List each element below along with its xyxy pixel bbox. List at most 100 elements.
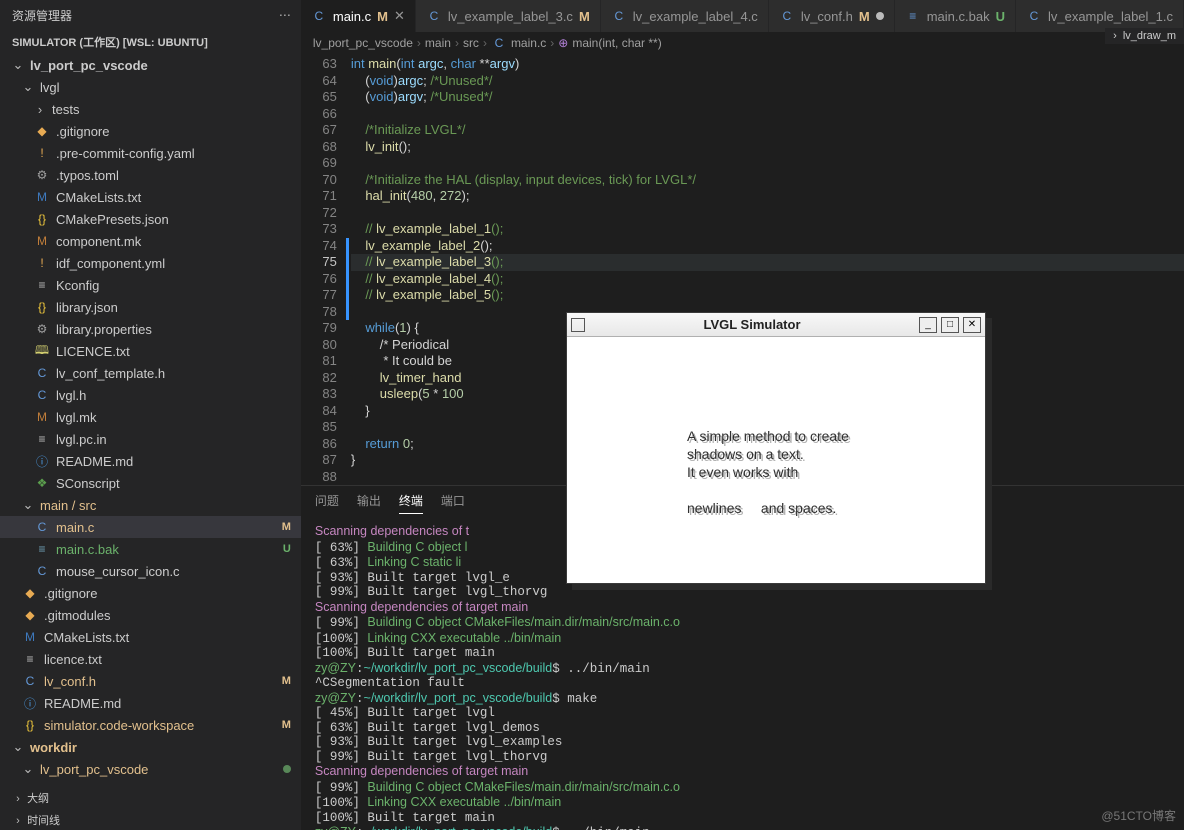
panel-tab-1[interactable]: 输出 — [357, 492, 381, 514]
timeline-header[interactable]: › 时间线 — [0, 810, 301, 830]
json-icon: {} — [34, 299, 50, 315]
explorer-sidebar: 资源管理器 ⋯ SIMULATOR (工作区) [WSL: UBUNTU] ⌄l… — [0, 0, 301, 830]
readme-icon: ⓘ — [22, 695, 38, 711]
tab-lv_conf-h[interactable]: Clv_conf.hM — [769, 0, 895, 32]
breadcrumb-item[interactable]: main — [425, 36, 451, 50]
more-actions-icon[interactable]: ⋯ — [279, 8, 291, 22]
explorer-header: 资源管理器 ⋯ — [0, 0, 301, 30]
file-main-c[interactable]: Cmain.cM — [0, 516, 301, 538]
modified-badge: M — [282, 521, 291, 533]
file-typos[interactable]: ⚙.typos.toml — [0, 164, 301, 186]
file-conf-tmpl[interactable]: Clv_conf_template.h — [0, 362, 301, 384]
breadcrumb-item[interactable]: Cmain.c — [491, 35, 546, 51]
folder-workdir[interactable]: ⌄workdir — [0, 736, 301, 758]
file-main-c-bak[interactable]: ≡main.c.bakU — [0, 538, 301, 560]
file-cmakelists[interactable]: MCMakeLists.txt — [0, 186, 301, 208]
file-gitignore2[interactable]: ◆.gitignore — [0, 582, 301, 604]
panel-tab-2[interactable]: 终端 — [399, 492, 423, 514]
prop-icon: ⚙ — [34, 321, 50, 337]
folder-lvgl[interactable]: ⌄lvgl — [0, 76, 301, 98]
git-icon: ◆ — [22, 607, 38, 623]
chevron-down-icon: ⌄ — [12, 739, 24, 755]
outline-header[interactable]: › 大纲 — [0, 786, 301, 810]
simulator-window[interactable]: LVGL Simulator _ □ ✕ A simple method to … — [566, 312, 986, 584]
file-libprop[interactable]: ⚙library.properties — [0, 318, 301, 340]
c-icon: C — [22, 673, 38, 689]
chevron-down-icon: ⌄ — [22, 761, 34, 777]
kconfig-icon: ≡ — [34, 277, 50, 293]
tab-lv_example_label_4-c[interactable]: Clv_example_label_4.c — [601, 0, 769, 32]
tab-lv_example_label_3-c[interactable]: Clv_example_label_3.cM — [416, 0, 601, 32]
mod-badge: U — [996, 9, 1005, 24]
c-icon: C — [34, 563, 50, 579]
breadcrumb-overflow[interactable]: ›lv_draw_m — [1105, 28, 1184, 44]
readme-icon: ⓘ — [34, 453, 50, 469]
file-licence2[interactable]: ≡licence.txt — [0, 648, 301, 670]
breadcrumb[interactable]: lv_port_pc_vscode› main› src› Cmain.c› ⊕… — [301, 32, 1184, 54]
breadcrumb-item[interactable]: ⊕main(int, char **) — [558, 36, 661, 50]
close-button[interactable]: ✕ — [963, 317, 981, 333]
tab-label: lv_example_label_4.c — [633, 9, 758, 24]
folder-main-src[interactable]: ⌄main / src — [0, 494, 301, 516]
cmake-icon: M — [34, 189, 50, 205]
chevron-down-icon: ⌄ — [22, 79, 34, 95]
panel-tab-3[interactable]: 端口 — [441, 492, 465, 514]
tab-main-c-bak[interactable]: ≡main.c.bakU — [895, 0, 1016, 32]
file-gitignore[interactable]: ◆.gitignore — [0, 120, 301, 142]
file-lvconf[interactable]: Clv_conf.hM — [0, 670, 301, 692]
tab-main-c[interactable]: Cmain.cM✕ — [301, 0, 416, 32]
chevron-right-icon: › — [34, 102, 46, 117]
c-icon: C — [491, 35, 507, 51]
tab-label: lv_example_label_3.c — [448, 9, 573, 24]
file-idf[interactable]: !idf_component.yml — [0, 252, 301, 274]
sim-title: LVGL Simulator — [589, 317, 915, 332]
modified-badge: M — [282, 719, 291, 731]
app-icon — [571, 318, 585, 332]
folder-root[interactable]: ⌄lv_port_pc_vscode — [0, 54, 301, 76]
make-icon: M — [34, 233, 50, 249]
folder-port2[interactable]: ⌄lv_port_pc_vscode — [0, 758, 301, 780]
workspace-label[interactable]: SIMULATOR (工作区) [WSL: UBUNTU] — [0, 30, 301, 54]
file-licence[interactable]: 🕮LICENCE.txt — [0, 340, 301, 362]
breadcrumb-item[interactable]: src — [463, 36, 479, 50]
c-icon: C — [311, 8, 327, 24]
minimize-button[interactable]: _ — [919, 317, 937, 333]
maximize-button[interactable]: □ — [941, 317, 959, 333]
close-icon[interactable]: ✕ — [394, 8, 405, 24]
file-readme[interactable]: ⓘREADME.md — [0, 450, 301, 472]
mod-badge: M — [377, 9, 388, 24]
folder-bin[interactable]: ›bin — [0, 780, 301, 786]
folder-tests[interactable]: ›tests — [0, 98, 301, 120]
chevron-right-icon: › — [34, 784, 46, 787]
untracked-badge: U — [283, 543, 291, 555]
git-dot — [283, 765, 291, 773]
file-mouse-icon[interactable]: Cmouse_cursor_icon.c — [0, 560, 301, 582]
file-lvglmk[interactable]: Mlvgl.mk — [0, 406, 301, 428]
panel-tab-0[interactable]: 问题 — [315, 492, 339, 514]
file-component-mk[interactable]: Mcomponent.mk — [0, 230, 301, 252]
file-cmakepresets[interactable]: {}CMakePresets.json — [0, 208, 301, 230]
file-readme2[interactable]: ⓘREADME.md — [0, 692, 301, 714]
file-gitmodules[interactable]: ◆.gitmodules — [0, 604, 301, 626]
sim-titlebar[interactable]: LVGL Simulator _ □ ✕ — [567, 313, 985, 337]
file-sconscript[interactable]: ❖SConscript — [0, 472, 301, 494]
c-icon: C — [34, 387, 50, 403]
file-lvglh[interactable]: Clvgl.h — [0, 384, 301, 406]
c-icon: C — [611, 8, 627, 24]
tab-label: lv_conf.h — [801, 9, 853, 24]
dirty-dot — [876, 12, 884, 20]
file-libjson[interactable]: {}library.json — [0, 296, 301, 318]
file-precommit[interactable]: !.pre-commit-config.yaml — [0, 142, 301, 164]
file-tree[interactable]: ⌄lv_port_pc_vscode ⌄lvgl ›tests ◆.gitign… — [0, 54, 301, 786]
txt-icon: ≡ — [22, 651, 38, 667]
cmake-icon: M — [22, 629, 38, 645]
file-cmakelists2[interactable]: MCMakeLists.txt — [0, 626, 301, 648]
breadcrumb-item[interactable]: lv_port_pc_vscode — [313, 36, 413, 50]
scons-icon: ❖ — [34, 475, 50, 491]
file-simws[interactable]: {}simulator.code-workspaceM — [0, 714, 301, 736]
modified-badge: M — [282, 675, 291, 687]
watermark: @51CTO博客 — [1101, 807, 1176, 824]
file-kconfig[interactable]: ≡Kconfig — [0, 274, 301, 296]
file-lvglpc[interactable]: ≡lvgl.pc.in — [0, 428, 301, 450]
bak-icon: ≡ — [34, 541, 50, 557]
